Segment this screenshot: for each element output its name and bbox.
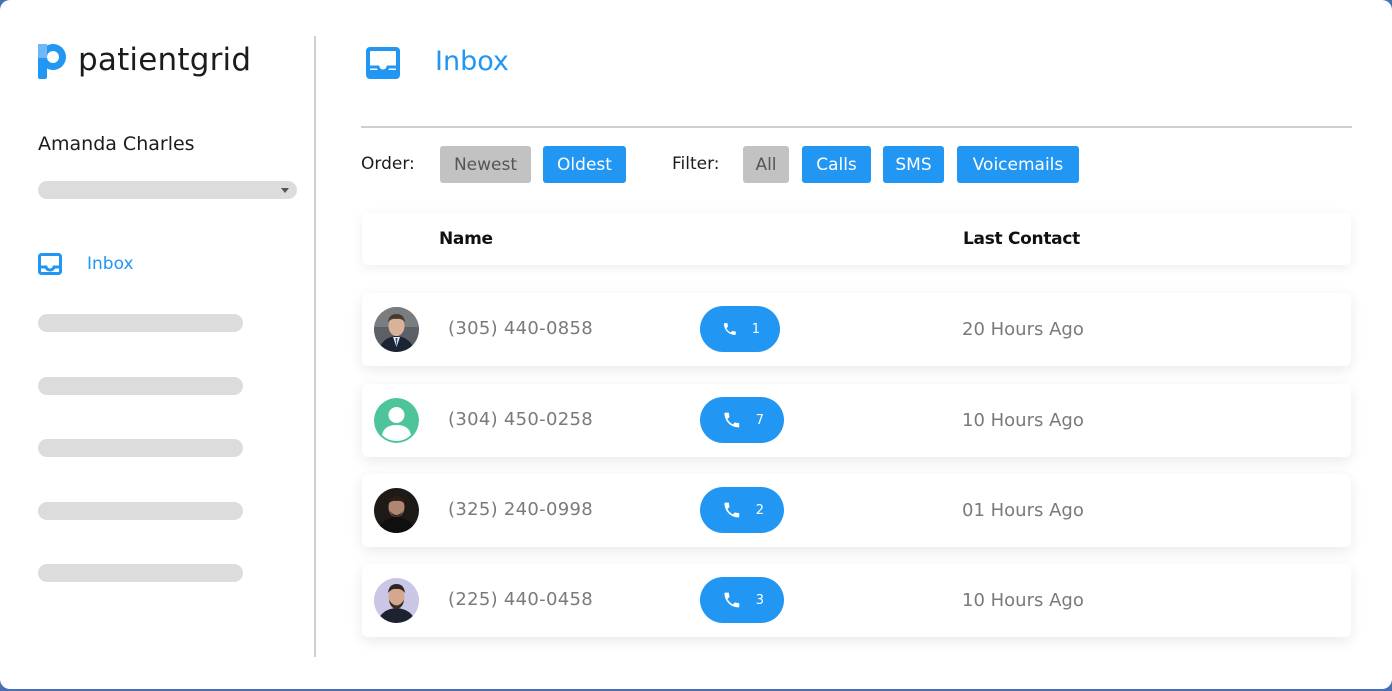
order-oldest-button[interactable]: Oldest	[543, 146, 626, 183]
order-label: Order:	[361, 154, 415, 174]
call-count-button[interactable]: 1	[700, 306, 780, 352]
table-row[interactable]: (305) 440-0858 1 20 Hours Ago	[362, 293, 1351, 366]
page-title: Inbox	[435, 46, 509, 77]
filter-voicemails-button[interactable]: Voicemails	[957, 146, 1079, 183]
sidebar-item-label: Inbox	[87, 254, 134, 274]
user-name: Amanda Charles	[38, 133, 195, 155]
sidebar-item-placeholder[interactable]	[38, 439, 243, 457]
table-row[interactable]: (225) 440-0458 3 10 Hours Ago	[362, 564, 1351, 637]
phone-icon	[723, 323, 736, 335]
call-count-button[interactable]: 7	[700, 397, 784, 443]
last-contact: 20 Hours Ago	[962, 319, 1084, 340]
sidebar-item-placeholder[interactable]	[38, 564, 243, 582]
phone-icon	[724, 412, 740, 428]
header-divider	[361, 126, 1352, 128]
call-count-button[interactable]: 3	[700, 577, 784, 623]
sidebar-divider	[314, 36, 316, 657]
order-newest-button[interactable]: Newest	[440, 146, 531, 183]
sidebar-item-placeholder[interactable]	[38, 377, 243, 395]
table-row[interactable]: (304) 450-0258 7 10 Hours Ago	[362, 384, 1351, 457]
table-header: Name Last Contact	[362, 213, 1351, 265]
last-contact: 01 Hours Ago	[962, 500, 1084, 521]
avatar	[374, 307, 419, 352]
call-count-button[interactable]: 2	[700, 487, 784, 533]
default-user-icon	[374, 398, 419, 443]
contact-phone[interactable]: (325) 240-0998	[448, 499, 593, 520]
avatar	[374, 578, 419, 623]
filter-all-button[interactable]: All	[743, 146, 789, 183]
inbox-icon	[38, 253, 62, 275]
call-count: 3	[755, 592, 764, 608]
call-count: 7	[755, 412, 764, 428]
contact-phone[interactable]: (305) 440-0858	[448, 318, 593, 339]
column-header-name[interactable]: Name	[439, 229, 493, 249]
phone-icon	[724, 502, 740, 518]
column-header-last-contact[interactable]: Last Contact	[963, 229, 1080, 249]
sidebar-item-placeholder[interactable]	[38, 502, 243, 520]
chevron-down-icon	[281, 188, 289, 193]
call-count: 1	[751, 321, 760, 337]
avatar	[374, 488, 419, 533]
user-dropdown[interactable]	[38, 181, 297, 199]
filter-label: Filter:	[672, 154, 720, 174]
brand-logo[interactable]: patientgrid	[38, 40, 251, 80]
contact-phone[interactable]: (225) 440-0458	[448, 589, 593, 610]
filter-sms-button[interactable]: SMS	[883, 146, 944, 183]
last-contact: 10 Hours Ago	[962, 590, 1084, 611]
app-window: patientgrid Amanda Charles Inbox Inbox O…	[0, 0, 1392, 689]
brand-name: patientgrid	[78, 42, 252, 78]
inbox-icon	[366, 47, 400, 79]
phone-icon	[724, 592, 740, 608]
table-row[interactable]: (325) 240-0998 2 01 Hours Ago	[362, 474, 1351, 547]
contact-phone[interactable]: (304) 450-0258	[448, 409, 593, 430]
patientgrid-logo-icon	[38, 44, 66, 79]
sidebar-item-placeholder[interactable]	[38, 314, 243, 332]
filter-calls-button[interactable]: Calls	[802, 146, 871, 183]
call-count: 2	[755, 502, 764, 518]
sidebar-item-inbox[interactable]: Inbox	[38, 253, 134, 275]
last-contact: 10 Hours Ago	[962, 410, 1084, 431]
